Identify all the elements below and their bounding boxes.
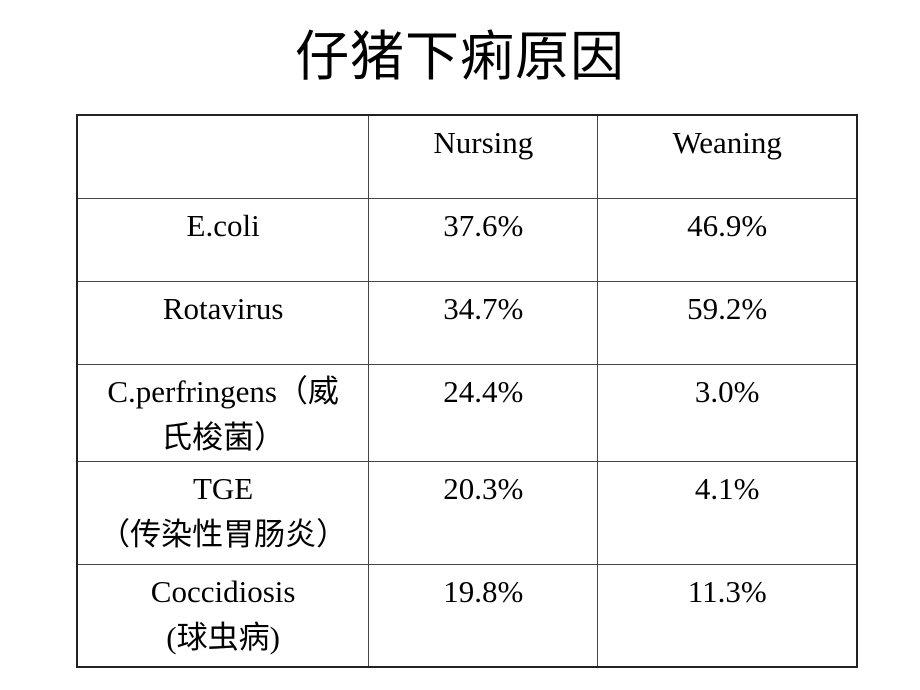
cause-cell: TGE （传染性胃肠炎） bbox=[76, 460, 370, 565]
nursing-cell: 34.7% bbox=[368, 280, 599, 365]
header-cell-nursing: Nursing bbox=[368, 114, 599, 199]
table-row: Rotavirus 34.7% 59.2% bbox=[76, 280, 858, 365]
cause-line: （传染性胃肠炎） bbox=[99, 516, 348, 552]
cause-cell: C.perfringens（威 氏梭菌） bbox=[76, 363, 370, 462]
nursing-cell: 20.3% bbox=[368, 460, 599, 565]
cause-line: E.coli bbox=[186, 207, 260, 243]
weaning-cell: 59.2% bbox=[597, 280, 858, 365]
header-cell-empty bbox=[76, 114, 370, 199]
nursing-cell: 37.6% bbox=[368, 197, 599, 282]
slide-title: 仔猪下痢原因 bbox=[295, 27, 625, 87]
weaning-cell: 11.3% bbox=[597, 563, 858, 668]
cause-cell: Rotavirus bbox=[76, 280, 370, 365]
weaning-cell: 46.9% bbox=[597, 197, 858, 282]
table-row: E.coli 37.6% 46.9% bbox=[76, 197, 858, 282]
cause-cell: Coccidiosis (球虫病) bbox=[76, 563, 370, 668]
cause-line: (球虫病) bbox=[166, 619, 280, 655]
cause-line: C.perfringens（威 bbox=[107, 373, 339, 409]
table-row: TGE （传染性胃肠炎） 20.3% 4.1% bbox=[76, 460, 858, 565]
table-header-row: Nursing Weaning bbox=[76, 114, 858, 199]
diarrhea-causes-table: Nursing Weaning E.coli 37.6% 46.9% Rotav… bbox=[76, 114, 858, 668]
cause-cell: E.coli bbox=[76, 197, 370, 282]
weaning-cell: 3.0% bbox=[597, 363, 858, 462]
nursing-cell: 24.4% bbox=[368, 363, 599, 462]
cause-line: TGE bbox=[192, 470, 254, 506]
weaning-cell: 4.1% bbox=[597, 460, 858, 565]
table-row: Coccidiosis (球虫病) 19.8% 11.3% bbox=[76, 563, 858, 668]
nursing-cell: 19.8% bbox=[368, 563, 599, 668]
cause-line: Rotavirus bbox=[162, 290, 284, 326]
cause-line: 氏梭菌） bbox=[161, 419, 286, 455]
cause-line: Coccidiosis bbox=[150, 573, 296, 609]
header-cell-weaning: Weaning bbox=[597, 114, 858, 199]
table-row: C.perfringens（威 氏梭菌） 24.4% 3.0% bbox=[76, 363, 858, 462]
